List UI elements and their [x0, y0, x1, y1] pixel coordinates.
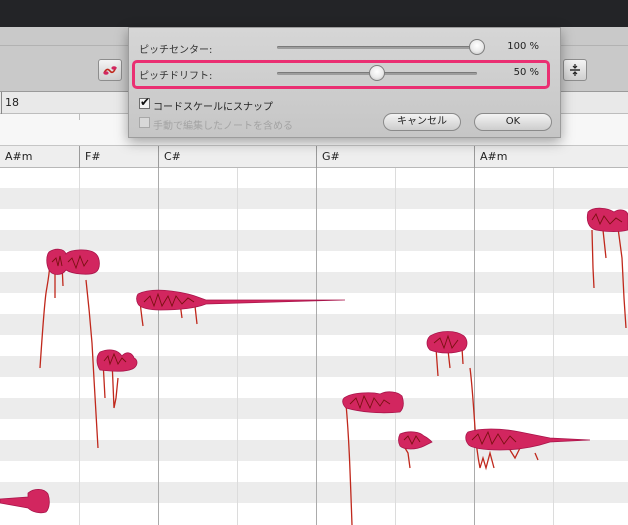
random-deviation-dialog: ピッチセンター: 100 % ピッチドリフト: 50 % ✔ コードスケールにス…	[128, 27, 561, 138]
snap-chord-scale-label[interactable]: コードスケールにスナップ	[153, 98, 273, 113]
pitch-drift-value: 50 %	[513, 67, 539, 78]
note-tool-icon	[103, 66, 117, 75]
note-blob	[0, 488, 50, 514]
note-blob	[426, 331, 468, 354]
window-title-bar	[0, 0, 628, 27]
bar-tick	[1, 92, 2, 114]
blob-pitch-wiggles	[51, 213, 623, 446]
pitch-center-slider-track[interactable]	[277, 46, 477, 49]
pitch-center-value: 100 %	[507, 41, 539, 52]
chord-label[interactable]: G#	[316, 146, 340, 168]
pitch-curve	[404, 447, 411, 469]
pitch-curve	[591, 227, 627, 329]
bar-number: 18	[5, 96, 19, 109]
pitch-drift-slider-thumb[interactable]	[369, 65, 385, 81]
snap-chord-scale-checkbox[interactable]: ✔	[139, 95, 151, 109]
note-blobs	[0, 207, 628, 525]
pitch-curve	[509, 447, 539, 461]
note-blob-group	[0, 207, 628, 514]
include-manual-notes-checkbox[interactable]	[139, 117, 150, 128]
note-blob	[136, 289, 346, 311]
ok-button[interactable]: OK	[474, 113, 552, 131]
split-tool-icon	[570, 64, 580, 76]
chord-label[interactable]: A#m	[0, 146, 32, 168]
checkmark-icon: ✔	[140, 95, 151, 109]
note-tool-button[interactable]	[98, 59, 122, 81]
pitch-curve	[345, 403, 353, 525]
chord-label[interactable]: F#	[79, 146, 101, 168]
split-tool-button[interactable]	[563, 59, 587, 81]
note-blob	[398, 431, 433, 450]
include-manual-notes-label: 手動で編集したノートを含める	[153, 121, 293, 132]
pitch-center-slider-thumb[interactable]	[469, 39, 485, 55]
beat-tick	[79, 114, 80, 120]
pitch-center-label: ピッチセンター:	[139, 45, 213, 56]
pitch-grid[interactable]	[0, 168, 628, 525]
pitch-curve	[39, 262, 51, 369]
chord-track[interactable]: A#m F# C# G# A#m	[0, 146, 628, 168]
pitch-curve	[469, 367, 495, 471]
note-blob	[586, 207, 628, 232]
chord-label[interactable]: A#m	[474, 146, 507, 168]
chord-label[interactable]: C#	[158, 146, 181, 168]
pitch-curve	[85, 279, 99, 449]
pitch-drift-label: ピッチドリフト:	[139, 71, 213, 82]
cancel-button[interactable]: キャンセル	[383, 113, 461, 131]
